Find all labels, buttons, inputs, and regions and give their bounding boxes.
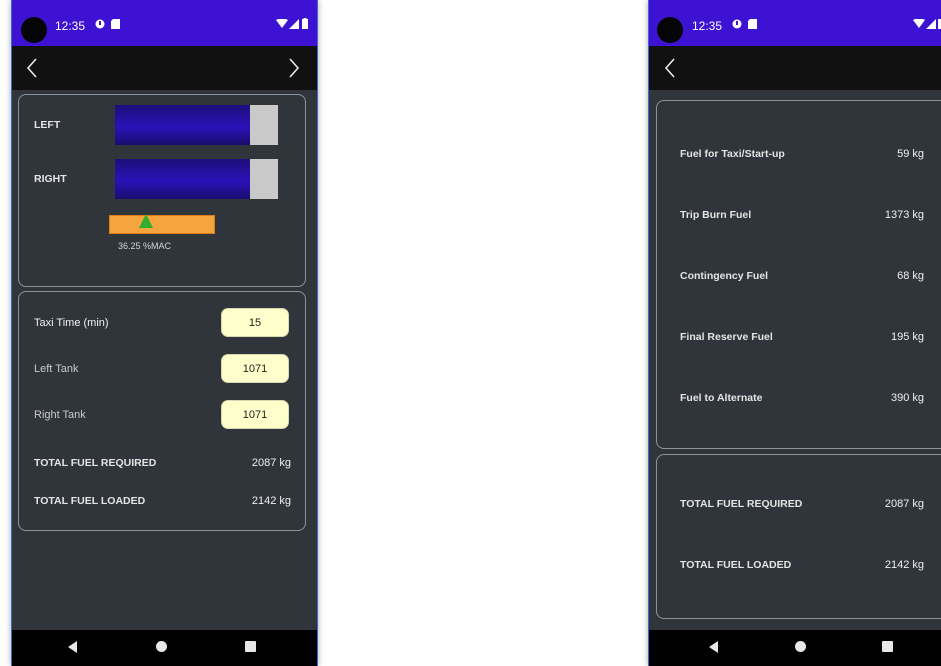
total-fuel-required-label: TOTAL FUEL REQUIRED (34, 457, 157, 469)
battery-icon (302, 18, 308, 29)
breakdown-label-contingency: Contingency Fuel (680, 270, 769, 282)
total-fuel-loaded-value: 2142 kg (884, 559, 924, 571)
square-recents-icon[interactable] (882, 641, 893, 652)
total-fuel-required-value: 2087 kg (251, 457, 291, 469)
signal-icon (289, 19, 299, 29)
wifi-icon (276, 19, 288, 28)
breakdown-label-taxi: Fuel for Taxi/Start-up (680, 148, 785, 160)
total-fuel-loaded-label: TOTAL FUEL LOADED (34, 495, 146, 507)
fuel-totals-card (656, 454, 941, 619)
status-time: 12:35 (55, 19, 86, 33)
app-toolbar (12, 46, 317, 90)
right-tank-bar-label: RIGHT (34, 173, 67, 185)
circle-home-icon[interactable] (795, 641, 806, 652)
right-tank-label: Right Tank (34, 409, 86, 421)
total-fuel-loaded-label: TOTAL FUEL LOADED (680, 559, 792, 571)
status-bar: 12:35 (12, 0, 317, 46)
left-tank-level-fill (115, 105, 251, 145)
breakdown-value-contingency: 68 kg (897, 270, 924, 282)
chevron-left-icon[interactable] (26, 58, 38, 78)
chevron-left-icon[interactable] (664, 58, 676, 78)
taxi-time-label: Taxi Time (min) (34, 317, 109, 329)
triangle-back-icon[interactable] (709, 641, 718, 653)
breakdown-value-trip: 1373 kg (884, 209, 924, 221)
app-toolbar (649, 46, 941, 90)
right-tank-level-fill (115, 159, 251, 199)
taxi-time-input[interactable]: 15 (221, 308, 289, 337)
wifi-icon (913, 19, 925, 28)
camera-cutout (657, 17, 683, 43)
status-time: 12:35 (692, 19, 723, 33)
right-tank-level-bar (115, 159, 278, 199)
mac-pointer-icon (139, 214, 153, 228)
mac-indicator (109, 215, 215, 234)
chevron-right-icon[interactable] (288, 58, 300, 78)
phone-screen-fuel-breakdown: 12:35 Fuel for Taxi/Start-up 59 kg Trip … (648, 0, 941, 666)
breakdown-label-trip: Trip Burn Fuel (680, 209, 752, 221)
system-navigation-bar (649, 630, 941, 666)
total-fuel-required-label: TOTAL FUEL REQUIRED (680, 498, 803, 510)
total-fuel-loaded-value: 2142 kg (251, 495, 291, 507)
camera-cutout (21, 17, 47, 43)
sync-icon (95, 19, 105, 29)
square-recents-icon[interactable] (245, 641, 256, 652)
sd-card-icon (111, 19, 120, 29)
breakdown-label-alternate: Fuel to Alternate (680, 392, 763, 404)
breakdown-value-taxi: 59 kg (897, 148, 924, 160)
sd-card-icon (748, 19, 757, 29)
total-fuel-required-value: 2087 kg (884, 498, 924, 510)
system-navigation-bar (12, 630, 317, 666)
breakdown-value-final-reserve: 195 kg (890, 331, 924, 343)
left-tank-input[interactable]: 1071 (221, 354, 289, 383)
status-bar: 12:35 (649, 0, 941, 46)
breakdown-value-alternate: 390 kg (890, 392, 924, 404)
right-tank-input[interactable]: 1071 (221, 400, 289, 429)
phone-screen-fuel-loading: 12:35 LEFT RIGHT 36.25 %MAC Taxi Time (m… (11, 0, 318, 666)
triangle-back-icon[interactable] (68, 641, 77, 653)
left-tank-label: Left Tank (34, 363, 79, 375)
left-tank-bar-label: LEFT (34, 119, 61, 131)
mac-value: 36.25 %MAC (118, 241, 172, 251)
left-tank-level-bar (115, 105, 278, 145)
signal-icon (926, 19, 936, 29)
breakdown-label-final-reserve: Final Reserve Fuel (680, 331, 773, 343)
circle-home-icon[interactable] (156, 641, 167, 652)
sync-icon (732, 19, 742, 29)
